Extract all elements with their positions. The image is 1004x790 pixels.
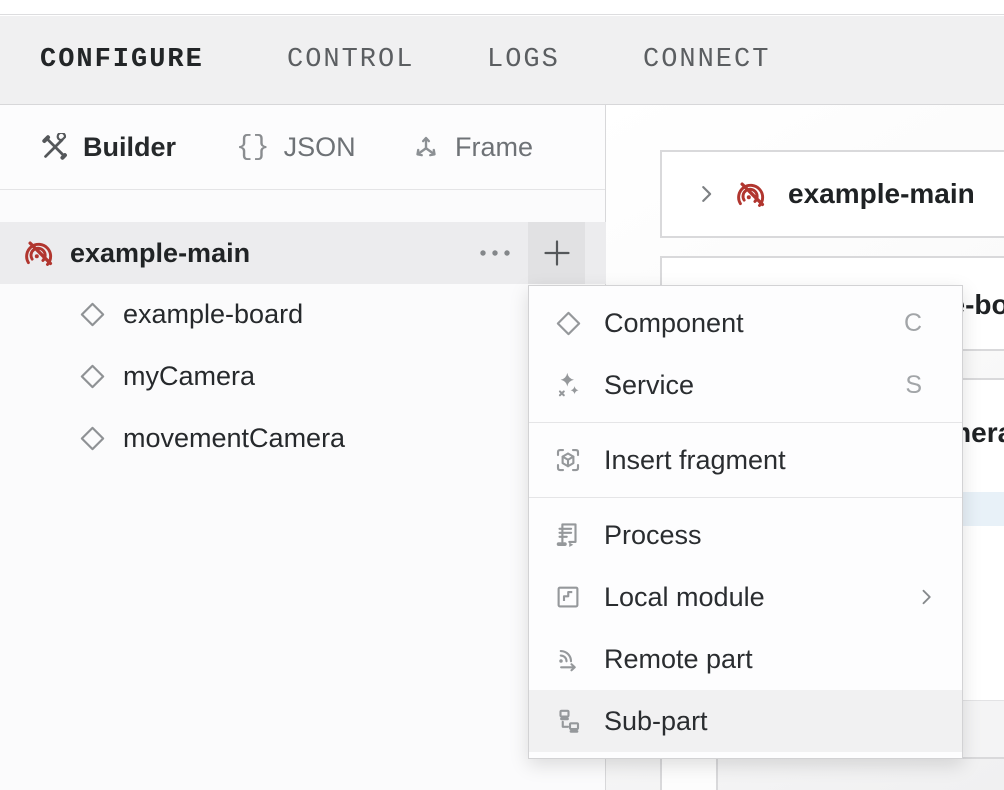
part-card-title: example-main (788, 178, 975, 210)
menu-item-label: Sub-part (604, 706, 936, 737)
crossed-tools-icon (40, 133, 69, 162)
menu-item-label: Remote part (604, 644, 936, 675)
sub-part-icon (553, 706, 583, 736)
menu-item-sub-part[interactable]: Sub-part (529, 690, 962, 752)
menu-item-component[interactable]: Component C (529, 292, 962, 354)
menu-item-process[interactable]: Process (529, 504, 962, 566)
tree-item-label: example-board (123, 299, 303, 330)
menu-item-label: Local module (604, 582, 916, 613)
shortcut-key: C (904, 309, 922, 338)
tree-item-mycamera[interactable]: myCamera (0, 345, 606, 407)
tab-control[interactable]: CONTROL (287, 16, 414, 104)
chevron-right-icon[interactable] (695, 183, 717, 205)
component-diamond-icon (553, 308, 583, 338)
view-tab-frame[interactable]: Frame (411, 105, 533, 189)
part-card-example-main[interactable]: example-main (660, 150, 1004, 238)
view-mode-toolbar: Builder {} JSON Frame (0, 105, 605, 190)
tree-item-example-board[interactable]: example-board (0, 283, 606, 345)
tree-item-label: myCamera (123, 361, 255, 392)
tree-item-movementcamera[interactable]: movementCamera (0, 407, 606, 469)
remote-part-icon (553, 644, 583, 674)
main-navbar: CONFIGURE CONTROL LOGS CONNECT (0, 16, 1004, 105)
tab-configure[interactable]: CONFIGURE (40, 16, 204, 104)
ellipsis-icon (478, 248, 514, 258)
menu-item-local-module[interactable]: Local module (529, 566, 962, 628)
viam-configure-page: CONFIGURE CONTROL LOGS CONNECT Builder (0, 0, 1004, 790)
submenu-chevron-icon (916, 587, 936, 607)
connection-off-icon (24, 237, 56, 269)
view-tab-json[interactable]: {} JSON (236, 105, 356, 189)
menu-item-remote-part[interactable]: Remote part (529, 628, 962, 690)
menu-item-label: Process (604, 520, 936, 551)
add-item-menu: Component C Service S (528, 285, 963, 759)
shortcut-key: S (905, 371, 922, 400)
tab-logs[interactable]: LOGS (487, 16, 560, 104)
window-top-strip (0, 0, 1004, 15)
menu-item-insert-fragment[interactable]: Insert fragment (529, 429, 962, 491)
component-diamond-icon (78, 362, 107, 391)
fragment-cube-icon (553, 445, 583, 475)
card-edge-fragment (660, 755, 718, 790)
tree-root-label: example-main (70, 238, 250, 269)
more-options-button[interactable] (468, 222, 524, 284)
process-icon (553, 520, 583, 550)
local-module-icon (553, 582, 583, 612)
component-diamond-icon (78, 424, 107, 453)
builder-tab-label: Builder (83, 132, 176, 163)
menu-section-fragment: Insert fragment (529, 423, 962, 497)
tree-item-label: movementCamera (123, 423, 345, 454)
menu-section-advanced: Process Local module (529, 498, 962, 758)
menu-item-service[interactable]: Service S (529, 354, 962, 416)
json-tab-label: JSON (284, 132, 356, 163)
add-item-button[interactable] (528, 222, 585, 284)
menu-item-label: Insert fragment (604, 445, 936, 476)
config-sidebar: Builder {} JSON Frame (0, 105, 606, 790)
component-diamond-icon (78, 300, 107, 329)
connection-off-icon (736, 178, 768, 210)
menu-item-label: Component (604, 308, 904, 339)
view-tab-builder[interactable]: Builder (40, 105, 176, 189)
frame-axes-icon (411, 132, 441, 162)
menu-item-label: Service (604, 370, 905, 401)
tab-connect[interactable]: CONNECT (643, 16, 770, 104)
braces-icon: {} (236, 132, 270, 163)
frame-tab-label: Frame (455, 132, 533, 163)
plus-icon (543, 239, 571, 267)
tree-root-example-main[interactable]: example-main (0, 222, 606, 284)
service-sparkles-icon (553, 370, 583, 400)
menu-section-types: Component C Service S (529, 286, 962, 422)
